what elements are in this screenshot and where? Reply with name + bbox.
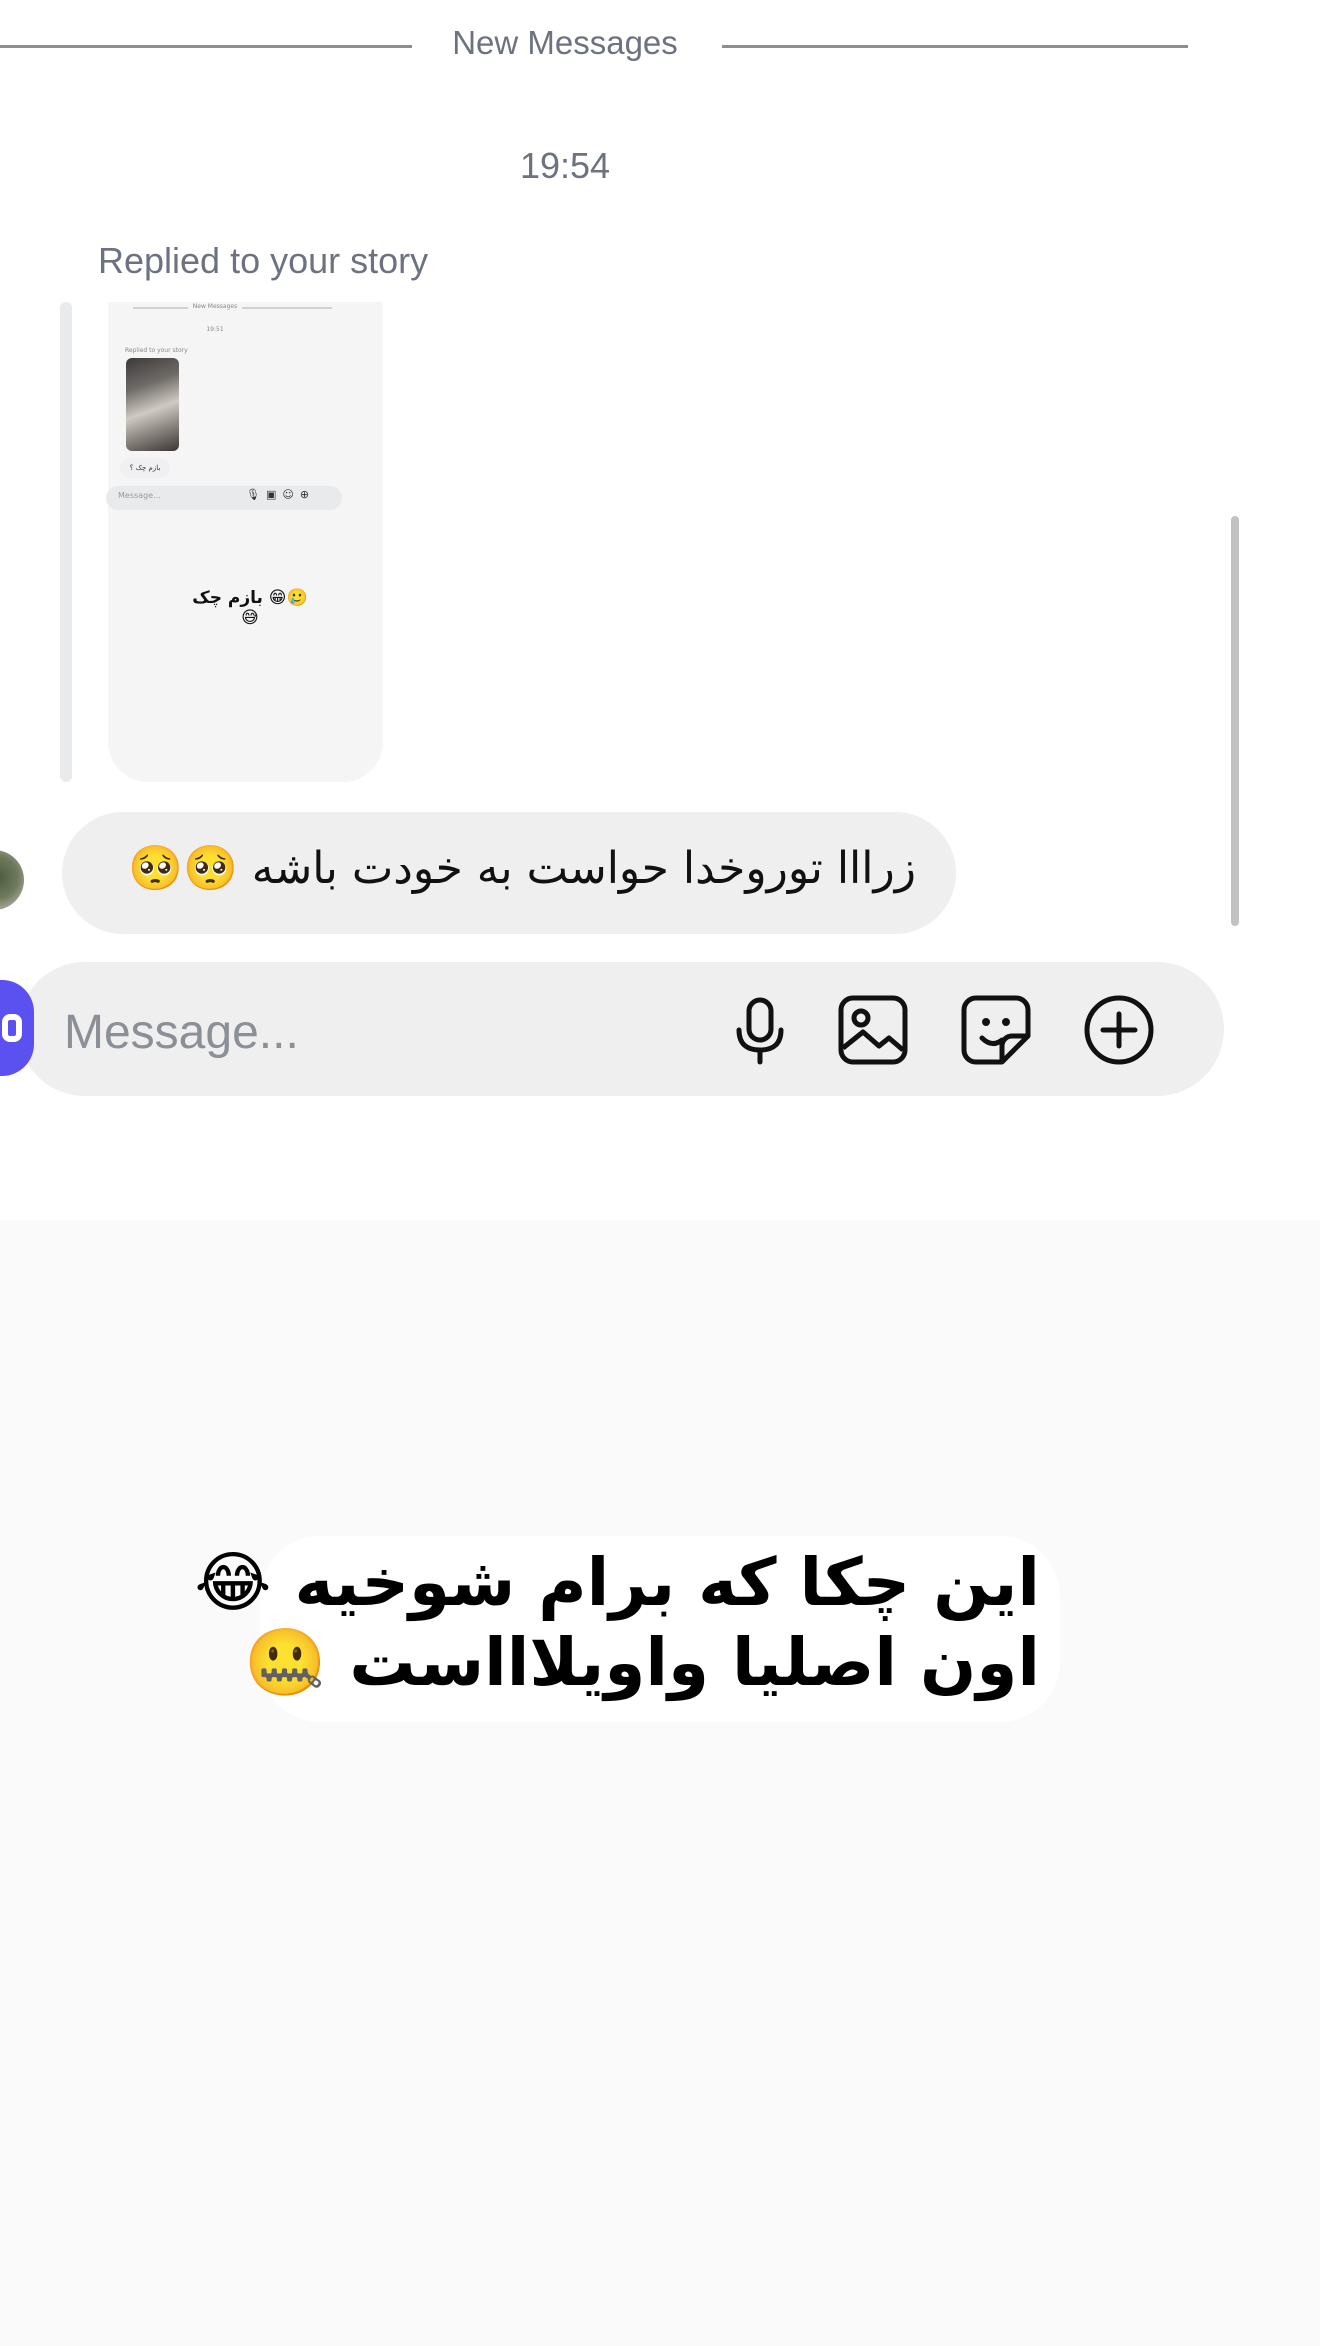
mini-composer-placeholder: Message... — [118, 491, 161, 500]
message-text: زرااا توروخدا حواست به خودت باشه 🥺🥺 — [128, 843, 916, 894]
scrollbar[interactable] — [1231, 516, 1239, 926]
message-timestamp: 19:54 — [519, 145, 611, 186]
mini-divider-line — [133, 307, 188, 309]
mini-divider-line — [242, 307, 332, 309]
mini-replied-label: Replied to your story — [125, 347, 188, 354]
plus-circle-icon[interactable] — [1081, 992, 1157, 1068]
story-line-1: این چکا که برام شوخیه 😂 — [194, 1544, 1040, 1621]
story-text-overlay: این چکا که برام شوخیه 😂 اون اصلیا واویلا… — [194, 1536, 1060, 1722]
divider-left-line — [0, 45, 412, 48]
mini-message-bubble: بازم چک ؟ — [120, 458, 170, 478]
mini-composer-icons: 🎙▣☺⊕ — [246, 488, 316, 501]
divider-right-line — [722, 45, 1188, 48]
mini-timestamp: 19:51 — [206, 326, 224, 333]
sticker-icon[interactable] — [958, 992, 1034, 1068]
mini-story-photo — [126, 358, 179, 451]
story-reply-bar — [60, 302, 72, 782]
new-messages-divider: New Messages — [452, 24, 678, 61]
microphone-icon[interactable] — [722, 992, 798, 1068]
replied-to-story-label: Replied to your story — [98, 240, 429, 281]
message-input[interactable] — [62, 996, 666, 1068]
image-icon[interactable] — [835, 992, 911, 1068]
story-line-2: اون اصلیا واویلاااست 🤐 — [244, 1624, 1040, 1701]
mini-story-caption: بازم چک 😁🥲😅 — [192, 588, 308, 628]
mini-new-messages: New Messages — [192, 303, 238, 310]
message-bubble[interactable]: زرااا توروخدا حواست به خودت باشه 🥺🥺 — [62, 812, 956, 934]
